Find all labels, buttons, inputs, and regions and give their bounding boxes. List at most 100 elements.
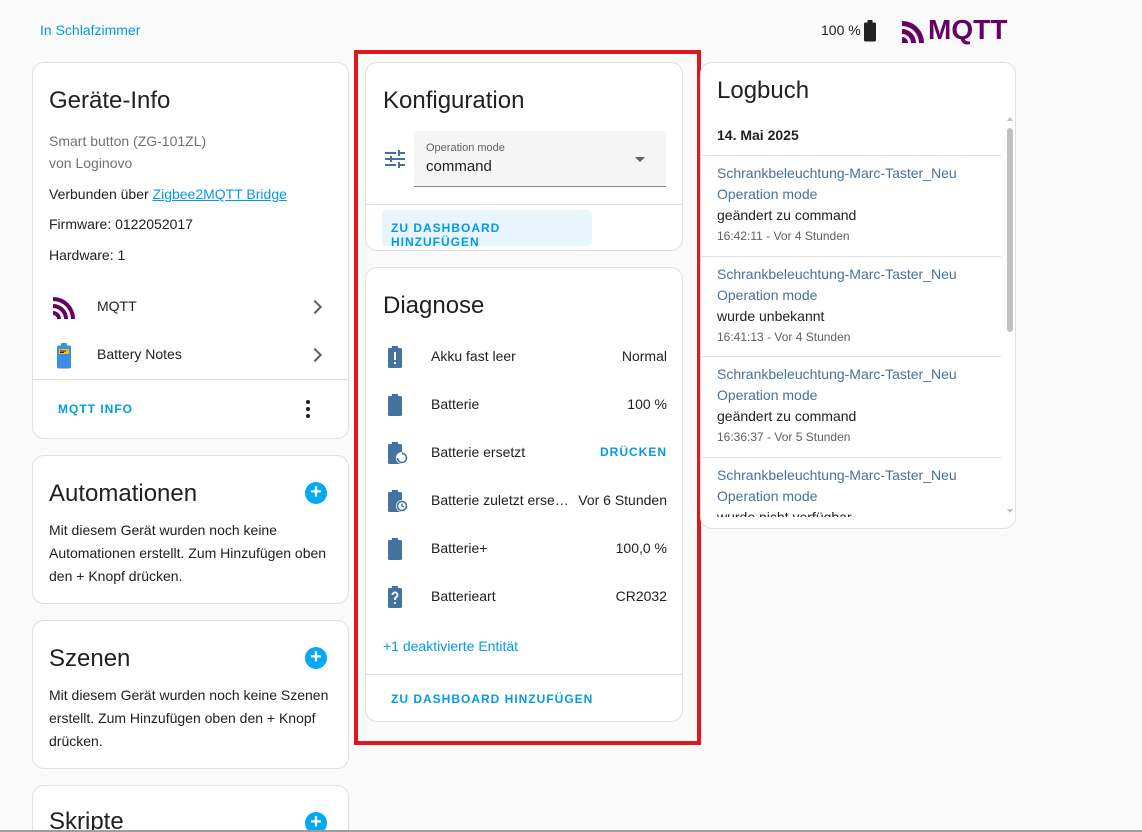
diag-row-value: Normal xyxy=(621,348,667,364)
log-entry-name[interactable]: Schrankbeleuchtung-Marc-Taster_Neu xyxy=(717,467,957,483)
divider xyxy=(366,204,682,205)
config-add-dashboard-label: ZU DASHBOARD HINZUFÜGEN xyxy=(391,221,501,249)
divider xyxy=(701,256,1001,257)
scrollbar-thumb[interactable] xyxy=(1007,128,1013,332)
configuration-card: Konfiguration Operation mode command ZU … xyxy=(365,62,683,251)
battery-alert-icon xyxy=(388,346,402,373)
diag-row-value: CR2032 xyxy=(615,588,667,604)
battery-unknown-icon xyxy=(388,586,402,613)
device-manufacturer: von Loginovo xyxy=(49,155,133,171)
scenes-title: Szenen xyxy=(49,645,131,672)
battery-icon xyxy=(388,394,402,421)
diag-row-value: 100 % xyxy=(627,396,667,412)
select-label: Operation mode xyxy=(426,142,505,154)
logbook-card: Logbuch 14. Mai 2025 Schrankbeleuchtung-… xyxy=(700,62,1016,529)
mqtt-brand-logo: MQTT xyxy=(902,14,1012,46)
diag-row-label: Batterie zuletzt erse… xyxy=(431,492,569,508)
mqtt-logo-icon xyxy=(902,21,924,43)
diag-row[interactable]: Batterie ersetzt DRÜCKEN xyxy=(366,432,682,472)
press-button[interactable]: DRÜCKEN xyxy=(600,445,667,459)
log-entry-time: 16:42:11 - Vor 4 Stunden xyxy=(717,229,850,243)
configuration-title: Konfiguration xyxy=(383,87,525,114)
operation-mode-select[interactable]: Operation mode command xyxy=(414,131,666,187)
integration-item-battery-notes[interactable]: Battery Notes xyxy=(33,331,348,377)
integration-label: Battery Notes xyxy=(97,346,182,362)
mqtt-info-button[interactable]: MQTT INFO xyxy=(58,402,133,416)
logbook-title: Logbuch xyxy=(717,77,810,104)
log-entry-entity[interactable]: Operation mode xyxy=(717,387,817,403)
chevron-right-icon xyxy=(307,347,323,363)
divider xyxy=(701,155,1001,156)
diag-row[interactable]: Batterieart CR2032 xyxy=(366,576,682,616)
scroll-down-arrow-icon[interactable] xyxy=(1007,509,1013,513)
diag-row-value: Vor 6 Stunden xyxy=(578,492,667,508)
log-entry-message: geändert zu command xyxy=(717,408,857,424)
diag-row-label: Batterie xyxy=(431,396,480,412)
log-entry-entity[interactable]: Operation mode xyxy=(717,488,817,504)
battery-icon xyxy=(388,538,402,565)
scripts-title: Skripte xyxy=(49,808,124,832)
device-info-card: Geräte-Info Smart button (ZG-101ZL) von … xyxy=(32,62,349,439)
log-entry-entity[interactable]: Operation mode xyxy=(717,186,817,202)
log-entry-name[interactable]: Schrankbeleuchtung-Marc-Taster_Neu xyxy=(717,366,957,382)
diag-row[interactable]: Akku fast leer Normal xyxy=(366,336,682,376)
add-automation-button[interactable]: + xyxy=(305,482,327,504)
automations-title: Automationen xyxy=(49,480,198,507)
integration-item-mqtt[interactable]: MQTT xyxy=(33,283,348,329)
divider xyxy=(701,457,1001,458)
log-entry-message: wurde unbekannt xyxy=(717,308,825,324)
battery-clock-icon xyxy=(388,490,408,517)
diagnose-title: Diagnose xyxy=(383,292,485,319)
scenes-card: Szenen + Mit diesem Gerät wurden noch ke… xyxy=(32,620,349,769)
log-entry-entity[interactable]: Operation mode xyxy=(717,287,817,303)
log-entry-message: wurde nicht verfügbar xyxy=(717,509,852,517)
device-model: Smart button (ZG-101ZL) xyxy=(49,133,207,149)
more-vert-icon[interactable] xyxy=(306,400,310,418)
diagnose-card: Diagnose Akku fast leer Normal Batterie … xyxy=(365,267,683,722)
diag-row-label: Batterieart xyxy=(431,588,496,604)
scrollbar[interactable] xyxy=(1005,115,1015,517)
dropdown-arrow-icon xyxy=(635,157,645,162)
diagnose-add-dashboard-button[interactable]: ZU DASHBOARD HINZUFÜGEN xyxy=(391,692,593,706)
select-value: command xyxy=(426,158,492,175)
diag-row[interactable]: Batterie+ 100,0 % xyxy=(366,528,682,568)
scroll-up-arrow-icon[interactable] xyxy=(1007,117,1013,121)
mqtt-icon xyxy=(53,295,77,324)
hardware-info: Hardware: 1 xyxy=(49,247,126,263)
battery-sync-icon xyxy=(388,442,408,469)
add-script-button[interactable]: + xyxy=(305,812,327,832)
chevron-right-icon xyxy=(307,299,323,315)
log-entry-message: geändert zu command xyxy=(717,207,857,223)
header-battery-level: 100 % xyxy=(821,22,861,38)
device-info-title: Geräte-Info xyxy=(49,87,171,114)
connected-via-prefix: Verbunden über xyxy=(49,186,153,202)
disabled-entities-link[interactable]: +1 deaktivierte Entität xyxy=(383,638,518,654)
log-entry-name[interactable]: Schrankbeleuchtung-Marc-Taster_Neu xyxy=(717,165,957,181)
mqtt-logo-text: MQTT xyxy=(928,14,1008,45)
integration-label: MQTT xyxy=(97,298,137,314)
diag-row-value: 100,0 % xyxy=(615,540,667,556)
logbook-scroll[interactable]: 14. Mai 2025 Schrankbeleuchtung-Marc-Tas… xyxy=(701,115,1015,517)
diag-row-label: Batterie+ xyxy=(431,540,488,556)
tune-icon xyxy=(385,149,405,174)
scripts-card: Skripte + xyxy=(32,785,349,832)
connected-via: Verbunden über Zigbee2MQTT Bridge xyxy=(49,186,287,202)
add-scene-button[interactable]: + xyxy=(305,647,327,669)
firmware-info: Firmware: 0122052017 xyxy=(49,216,193,232)
divider xyxy=(701,356,1001,357)
divider xyxy=(33,379,348,380)
log-entry-time: 16:36:37 - Vor 5 Stunden xyxy=(717,430,851,444)
config-add-dashboard-button[interactable]: ZU DASHBOARD HINZUFÜGEN xyxy=(382,210,592,249)
divider xyxy=(366,674,682,675)
automations-text: Mit diesem Gerät wurden noch keine Autom… xyxy=(49,522,327,584)
diag-row[interactable]: Batterie zuletzt erse… Vor 6 Stunden xyxy=(366,480,682,520)
log-entry-time: 16:41:13 - Vor 4 Stunden xyxy=(717,330,851,344)
battery-icon xyxy=(864,20,876,47)
bridge-link[interactable]: Zigbee2MQTT Bridge xyxy=(153,186,287,202)
log-entry-name[interactable]: Schrankbeleuchtung-Marc-Taster_Neu xyxy=(717,266,957,282)
diag-row[interactable]: Batterie 100 % xyxy=(366,384,682,424)
automations-card: Automationen + Mit diesem Gerät wurden n… xyxy=(32,455,349,604)
battery-notes-icon xyxy=(56,343,72,374)
area-link[interactable]: In Schlafzimmer xyxy=(40,22,140,38)
logbook-date: 14. Mai 2025 xyxy=(717,127,799,143)
